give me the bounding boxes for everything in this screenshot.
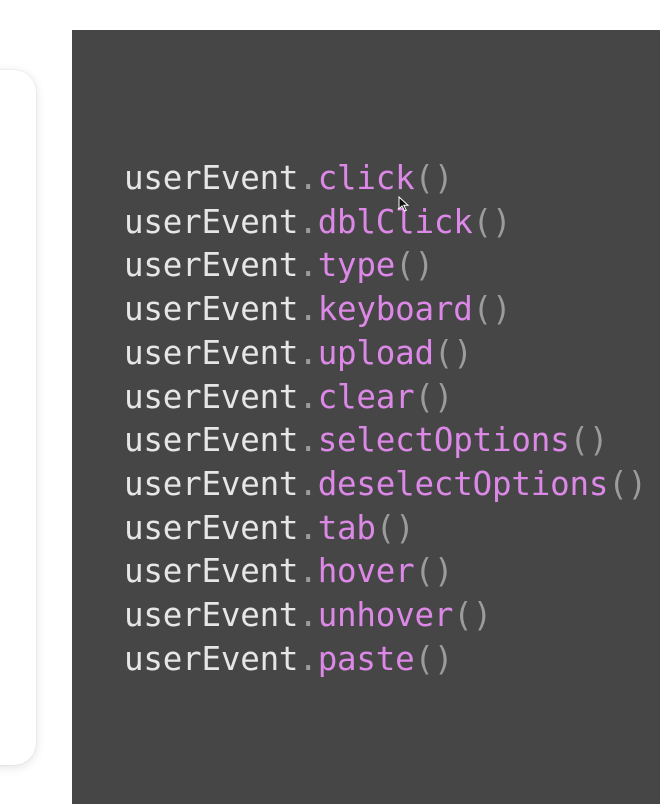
code-line: userEvent.click() [124, 157, 647, 201]
object-name: userEvent [124, 333, 299, 372]
method-name: paste [317, 639, 415, 678]
code-line: userEvent.keyboard() [124, 288, 647, 332]
code-line: userEvent.type() [124, 244, 647, 288]
code-line: userEvent.deselectOptions() [124, 463, 647, 507]
code-line: userEvent.selectOptions() [124, 419, 647, 463]
object-name: userEvent [124, 290, 299, 329]
dot-operator: . [298, 421, 318, 460]
object-name: userEvent [124, 377, 299, 416]
object-name: userEvent [124, 464, 299, 503]
dot-operator: . [298, 290, 318, 329]
method-name: keyboard [317, 290, 473, 329]
code-line: userEvent.tab() [124, 507, 647, 551]
dot-operator: . [298, 246, 318, 285]
code-block: userEvent.click() userEvent.dblClick() u… [124, 157, 647, 681]
call-parens: () [395, 246, 434, 285]
call-parens: () [569, 421, 609, 460]
object-name: userEvent [124, 639, 299, 678]
dot-operator: . [298, 552, 318, 591]
call-parens: () [414, 639, 454, 678]
method-name: upload [317, 333, 434, 372]
method-name: dblClick [317, 202, 473, 241]
object-name: userEvent [124, 246, 299, 285]
method-name: hover [317, 552, 415, 591]
code-line: userEvent.paste() [124, 638, 647, 682]
method-name: unhover [317, 596, 454, 635]
call-parens: () [433, 333, 473, 372]
code-line: userEvent.clear() [124, 376, 647, 420]
call-parens: () [414, 377, 454, 416]
method-name: type [317, 246, 396, 285]
dot-operator: . [298, 464, 318, 503]
dot-operator: . [298, 596, 318, 635]
method-name: selectOptions [317, 421, 570, 460]
object-name: userEvent [124, 508, 299, 547]
dot-operator: . [298, 377, 318, 416]
call-parens: () [414, 159, 454, 197]
dot-operator: . [298, 202, 318, 241]
call-parens: () [472, 290, 512, 329]
object-name: userEvent [124, 202, 299, 241]
code-line: userEvent.upload() [124, 332, 647, 376]
method-name: tab [317, 508, 376, 547]
dot-operator: . [298, 508, 318, 547]
code-line: userEvent.dblClick() [124, 201, 647, 245]
side-card [0, 70, 36, 765]
call-parens: () [453, 596, 492, 635]
dot-operator: . [298, 333, 318, 372]
method-name: deselectOptions [317, 464, 609, 503]
mouse-pointer-icon [398, 196, 410, 212]
call-parens: () [375, 508, 415, 547]
object-name: userEvent [124, 421, 299, 460]
code-line: userEvent.unhover() [124, 594, 647, 638]
dot-operator: . [298, 159, 318, 197]
call-parens: () [472, 202, 512, 241]
code-line: userEvent.hover() [124, 550, 647, 594]
screen: userEvent.click() userEvent.dblClick() u… [0, 0, 660, 804]
call-parens: () [414, 552, 454, 591]
dot-operator: . [298, 639, 318, 678]
object-name: userEvent [124, 596, 299, 635]
object-name: userEvent [124, 552, 299, 591]
call-parens: () [608, 464, 647, 503]
object-name: userEvent [124, 159, 299, 197]
method-name: click [317, 159, 415, 197]
method-name: clear [317, 377, 415, 416]
